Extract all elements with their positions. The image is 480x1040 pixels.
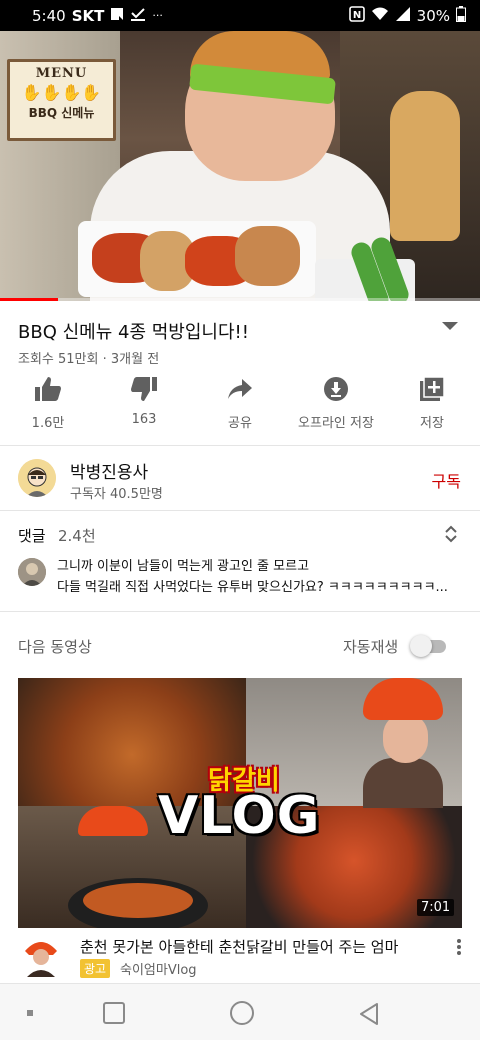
save-label: 저장 [420, 416, 444, 431]
divider [0, 510, 480, 511]
thumbnail-food [83, 883, 193, 918]
recent-apps-button[interactable] [103, 1002, 125, 1024]
top-comment-line: 다들 먹길래 직접 사먹었다는 유투버 맞으신가요? ㅋㅋㅋㅋㅋㅋㅋㅋㅋ... [57, 580, 448, 595]
video-meta: 조회수 51만회 · 3개월 전 [18, 352, 160, 367]
recommended-video-title[interactable]: 춘천 못가본 아들한테 춘천닭갈비 만들어 주는 엄마 [80, 936, 440, 957]
share-button[interactable]: 공유 [192, 372, 288, 440]
like-button[interactable]: 1.6만 [0, 372, 96, 440]
nav-indicator-icon[interactable] [27, 1010, 33, 1016]
thumbnail-text-main: VLOG [158, 786, 321, 846]
subscriber-count: 구독자 40.5만명 [70, 487, 163, 502]
autoplay-toggle-knob [410, 635, 432, 657]
more-options-icon[interactable] [456, 938, 462, 960]
autoplay-toggle[interactable] [410, 635, 448, 657]
divider [0, 611, 480, 612]
like-count: 1.6만 [31, 416, 65, 431]
share-icon [227, 372, 253, 406]
system-nav-bar [0, 983, 480, 1040]
thumbnail-person [363, 758, 443, 808]
note-icon [110, 7, 124, 25]
expand-comments-icon[interactable] [444, 525, 458, 547]
download-done-icon [130, 7, 146, 25]
subscribe-button[interactable]: 구독 [432, 468, 461, 492]
channel-name[interactable]: 박병진용사 [70, 458, 148, 483]
dislike-count: 163 [131, 412, 157, 427]
download-icon [323, 372, 349, 406]
video-player[interactable]: MENU ✋✋✋✋ BBQ 신메뉴 [0, 31, 480, 301]
video-progress-track[interactable] [0, 298, 480, 301]
back-button[interactable] [358, 1002, 380, 1030]
ad-badge: 광고 [80, 959, 111, 978]
autoplay-label: 자동재생 [343, 638, 399, 656]
comments-count: 2.4천 [58, 527, 96, 545]
recommended-channel-name[interactable]: 숙이엄마Vlog [120, 959, 197, 978]
status-bar: 5:40 SKT ··· N 30% [0, 0, 480, 31]
recommended-video-thumbnail[interactable]: 닭갈비 VLOG [18, 678, 462, 928]
battery-level: 30% [416, 6, 450, 25]
up-next-label: 다음 동영상 [18, 638, 92, 656]
video-duration: 7:01 [417, 899, 455, 916]
save-to-playlist-button[interactable]: 저장 [384, 372, 480, 440]
offline-save-label: 오프라인 저장 [298, 416, 374, 431]
signal-icon [395, 6, 411, 25]
nfc-icon: N [348, 5, 365, 26]
top-comment[interactable]: 그니까 이분이 남들이 먹는게 광고인 줄 모르고 다들 먹길래 직접 사먹었다… [57, 556, 462, 598]
thumb-up-icon [34, 372, 62, 406]
carrier: SKT [71, 6, 105, 25]
thumbnail-person-face [383, 713, 428, 763]
top-comment-line: 그니까 이분이 남들이 먹는게 광고인 줄 모르고 [57, 559, 310, 574]
video-figurine [390, 91, 460, 241]
video-chicken [235, 226, 300, 286]
battery-icon [456, 5, 466, 26]
share-label: 공유 [228, 416, 252, 431]
thumbnail-person-hat [78, 806, 148, 836]
video-title[interactable]: BBQ 신메뉴 4종 먹방입니다!! [18, 318, 438, 344]
commenter-avatar[interactable] [18, 558, 46, 586]
offline-save-button[interactable]: 오프라인 저장 [288, 372, 384, 440]
comments-label[interactable]: 댓글 [18, 525, 46, 546]
menu-sign-subtitle: BBQ 신메뉴 [28, 106, 95, 120]
home-button[interactable] [230, 1001, 254, 1025]
more-notifications-icon: ··· [152, 9, 163, 22]
thumb-down-icon [130, 372, 158, 406]
hands-icon: ✋✋✋✋ [21, 83, 102, 102]
action-bar: 1.6만 163 공유 오프라인 저장 저장 [0, 372, 480, 440]
dislike-button[interactable]: 163 [96, 372, 192, 440]
svg-text:N: N [352, 10, 360, 21]
add-to-playlist-icon [419, 372, 445, 406]
expand-description-icon[interactable] [442, 322, 458, 330]
channel-avatar[interactable] [18, 459, 56, 497]
video-progress-fill [0, 298, 58, 301]
menu-sign-overlay: MENU ✋✋✋✋ BBQ 신메뉴 [7, 59, 116, 141]
clock: 5:40 [32, 6, 66, 25]
divider [0, 445, 480, 446]
wifi-icon [371, 7, 389, 25]
menu-sign-title: MENU [35, 66, 88, 81]
recommended-channel-avatar[interactable] [23, 937, 59, 977]
